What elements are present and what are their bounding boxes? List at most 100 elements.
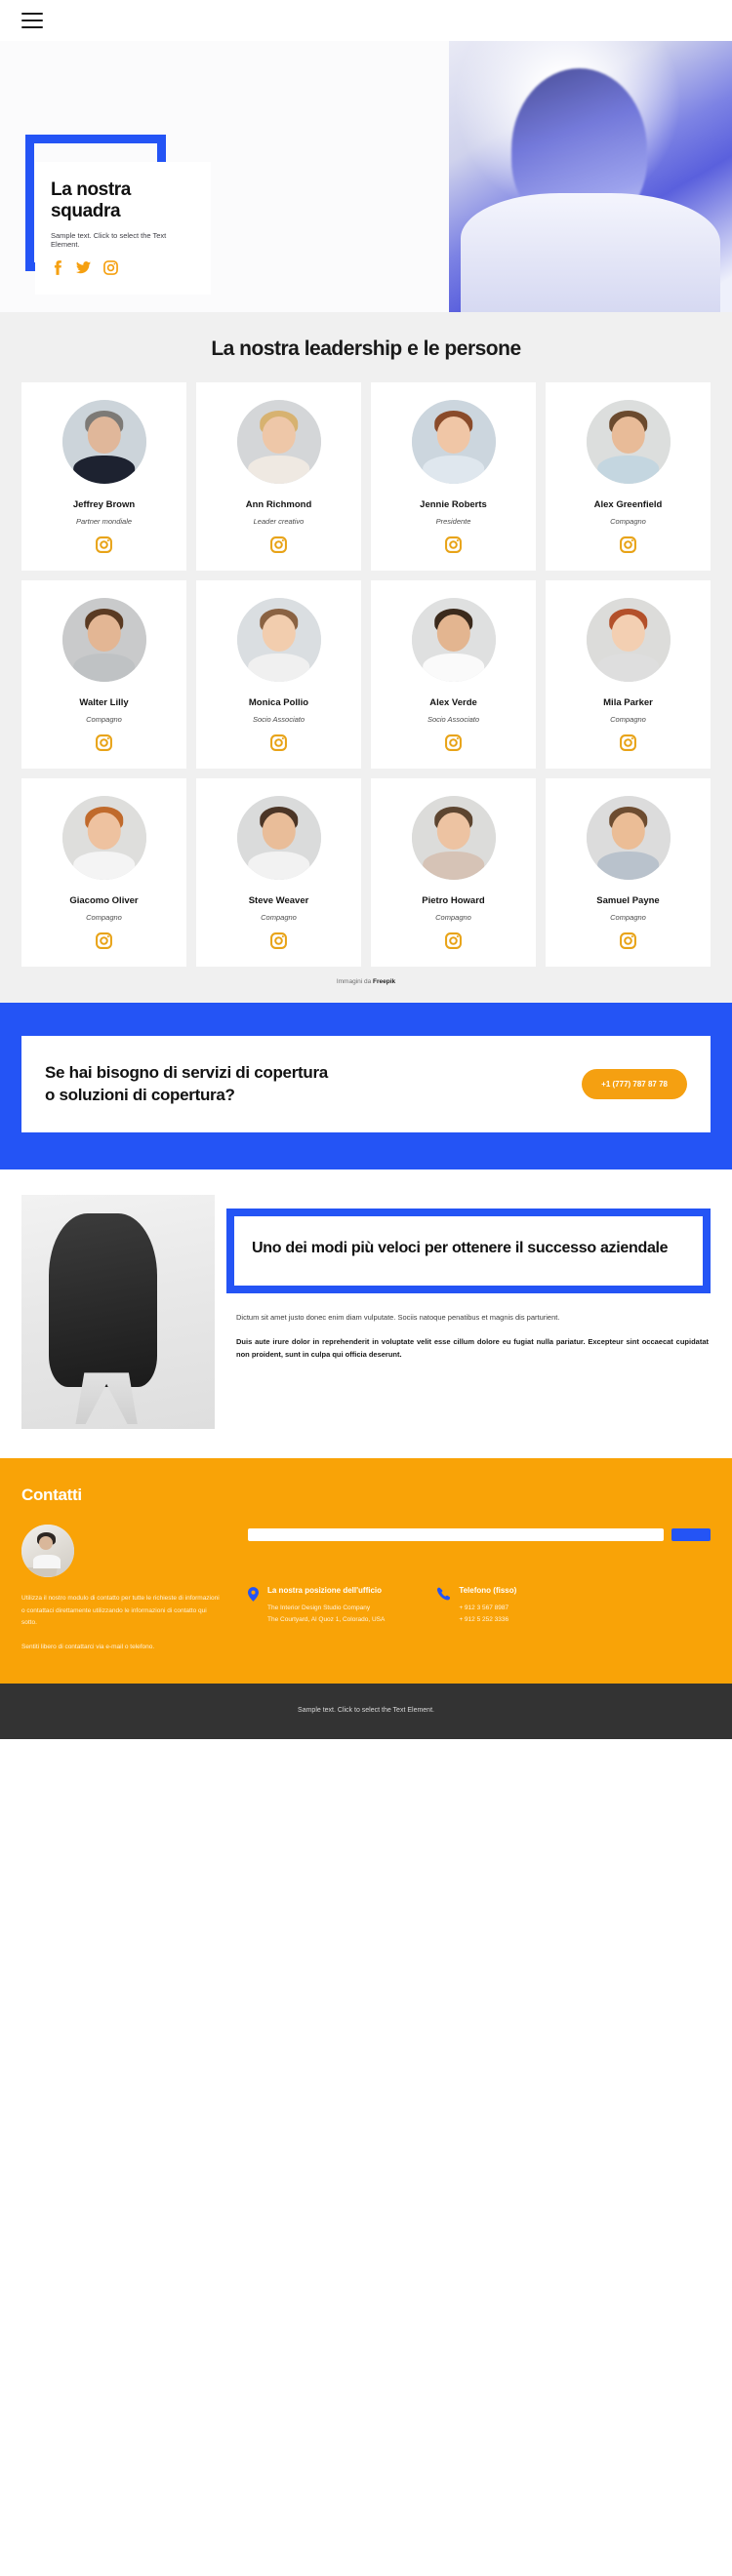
- avatar-head-shape: [436, 416, 470, 455]
- avatar-body-shape: [596, 653, 660, 682]
- burger-line: [21, 13, 43, 15]
- cta-phone-button[interactable]: +1 (777) 787 87 78: [582, 1068, 687, 1099]
- hamburger-menu-icon[interactable]: [21, 13, 43, 28]
- team-member-card[interactable]: Steve Weaver Compagno: [196, 778, 361, 967]
- team-member-role: Socio Associato: [427, 715, 480, 724]
- instagram-icon[interactable]: [270, 734, 287, 751]
- twitter-icon[interactable]: [76, 260, 91, 275]
- success-paragraph: Dictum sit amet justo donec enim diam vu…: [236, 1312, 560, 1322]
- team-member-name: Mila Parker: [603, 697, 653, 708]
- avatar-body-shape: [32, 1555, 61, 1569]
- avatar-body-shape: [72, 455, 136, 484]
- avatar: [236, 796, 321, 880]
- burger-line: [21, 26, 43, 28]
- instagram-icon[interactable]: [96, 536, 112, 553]
- team-member-card[interactable]: Samuel Payne Compagno: [546, 778, 711, 967]
- phone-heading: Telefono (fisso): [459, 1585, 517, 1595]
- success-title-frame: Uno dei modi più veloci per ottenere il …: [226, 1208, 711, 1293]
- avatar: [61, 598, 146, 682]
- avatar-head-shape: [87, 614, 121, 653]
- team-member-card[interactable]: Pietro Howard Compagno: [371, 778, 536, 967]
- contacts-avatar: [21, 1524, 74, 1577]
- avatar-body-shape: [596, 851, 660, 880]
- avatar-head-shape: [436, 614, 470, 653]
- team-member-role: Presidente: [435, 517, 471, 526]
- contact-form-submit-button[interactable]: [671, 1527, 711, 1541]
- team-member-role: Compagno: [610, 715, 646, 724]
- team-member-card[interactable]: Alex Verde Socio Associato: [371, 580, 536, 769]
- avatar: [61, 796, 146, 880]
- team-grid: Jeffrey Brown Partner mondiale Ann Richmon…: [0, 382, 732, 967]
- team-member-role: Compagno: [86, 715, 122, 724]
- team-member-card[interactable]: Jeffrey Brown Partner mondiale: [21, 382, 186, 571]
- avatar: [586, 598, 671, 682]
- instagram-icon[interactable]: [270, 932, 287, 949]
- avatar-body-shape: [596, 455, 660, 484]
- team-member-role: Socio Associato: [252, 715, 305, 724]
- avatar-body-shape: [422, 851, 485, 880]
- instagram-icon[interactable]: [620, 536, 636, 553]
- avatar-head-shape: [262, 416, 296, 455]
- page-root: La nostra squadra Sample text. Click to …: [0, 0, 732, 1739]
- facebook-icon[interactable]: [51, 260, 63, 275]
- instagram-icon[interactable]: [103, 260, 118, 275]
- team-member-card[interactable]: Giacomo Oliver Compagno: [21, 778, 186, 967]
- avatar-body-shape: [247, 455, 310, 484]
- avatar: [586, 400, 671, 484]
- instagram-icon[interactable]: [620, 734, 636, 751]
- avatar: [411, 400, 496, 484]
- team-member-card[interactable]: Mila Parker Compagno: [546, 580, 711, 769]
- page-title: La nostra squadra: [51, 179, 131, 221]
- avatar-body-shape: [422, 455, 485, 484]
- avatar: [236, 598, 321, 682]
- avatar-body-shape: [247, 851, 310, 880]
- contacts-left-column: Utilizza il nostro modulo di contatto pe…: [21, 1524, 223, 1654]
- instagram-icon[interactable]: [445, 734, 462, 751]
- instagram-icon[interactable]: [445, 536, 462, 553]
- team-section: La nostra leadership e le persone Jeffre…: [0, 312, 732, 1003]
- instagram-icon[interactable]: [620, 932, 636, 949]
- office-location-heading: La nostra posizione dell'ufficio: [267, 1585, 383, 1595]
- team-member-role: Partner mondiale: [75, 517, 133, 526]
- contacts-description: Utilizza il nostro modulo di contatto pe…: [21, 1593, 223, 1654]
- credits-link[interactable]: Freepik: [373, 978, 395, 985]
- success-title: Uno dei modi più veloci per ottenere il …: [252, 1239, 669, 1256]
- avatar-head-shape: [436, 812, 470, 851]
- cta-section: Se hai bisogno di servizi di copertura o…: [0, 1003, 732, 1169]
- office-location-line-2: The Courtyard, Al Quoz 1, Colorado, USA: [267, 1615, 386, 1623]
- avatar: [586, 796, 671, 880]
- instagram-icon[interactable]: [270, 536, 287, 553]
- instagram-icon[interactable]: [445, 932, 462, 949]
- team-member-card[interactable]: Walter Lilly Compagno: [21, 580, 186, 769]
- contacts-title: Contatti: [21, 1485, 82, 1504]
- avatar: [411, 598, 496, 682]
- phone-line-1: + 912 3 567 8987: [459, 1604, 509, 1611]
- avatar-head-shape: [611, 812, 645, 851]
- phone-block: Telefono (fisso) + 912 3 567 8987 + 912 …: [437, 1586, 516, 1626]
- phone-icon: [437, 1587, 451, 1605]
- team-member-role: Compagno: [86, 913, 122, 922]
- footer: Sample text. Click to select the Text El…: [0, 1683, 732, 1739]
- avatar: [411, 796, 496, 880]
- instagram-icon[interactable]: [96, 932, 112, 949]
- team-member-role: Compagno: [435, 913, 471, 922]
- phone-line-2: + 912 5 252 3336: [459, 1615, 509, 1623]
- team-member-card[interactable]: Alex Greenfield Compagno: [546, 382, 711, 571]
- success-section: Uno dei modi più veloci per ottenere il …: [0, 1169, 732, 1458]
- avatar: [236, 400, 321, 484]
- avatar-head-shape: [87, 812, 121, 851]
- team-member-name: Walter Lilly: [79, 697, 129, 708]
- team-member-card[interactable]: Jennie Roberts Presidente: [371, 382, 536, 571]
- burger-line: [21, 20, 43, 21]
- top-navigation-bar: [0, 0, 732, 41]
- avatar-head-shape: [262, 614, 296, 653]
- avatar-body-shape: [72, 653, 136, 682]
- contacts-text-1: Utilizza il nostro modulo di contatto pe…: [21, 1594, 220, 1627]
- instagram-icon[interactable]: [96, 734, 112, 751]
- team-member-card[interactable]: Ann Richmond Leader creativo: [196, 382, 361, 571]
- avatar: [61, 400, 146, 484]
- team-member-card[interactable]: Monica Pollio Socio Associato: [196, 580, 361, 769]
- photo-figure-shape: [48, 1213, 157, 1387]
- contact-form-input[interactable]: [248, 1527, 664, 1541]
- team-member-name: Monica Pollio: [248, 697, 309, 708]
